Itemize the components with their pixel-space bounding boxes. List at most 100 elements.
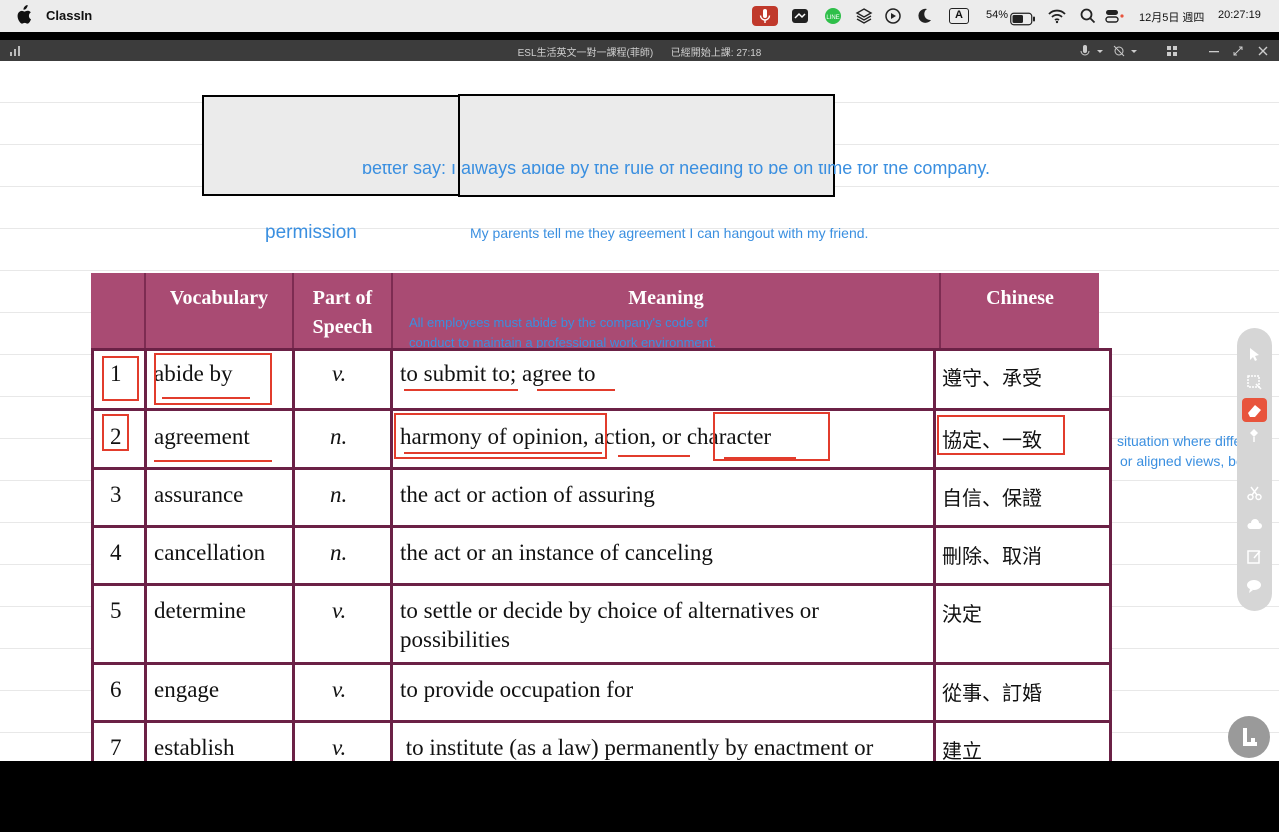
annotation-box: [713, 412, 830, 461]
vocab-word: cancellation: [154, 540, 266, 565]
part-of-speech: n.: [330, 424, 348, 449]
table-row: 3 assurance n. the act or action of assu…: [91, 467, 1112, 525]
vocab-word: determine: [154, 598, 246, 623]
macos-menubar: ClassIn LINE A 54% 12月5日 週四 20:27:19: [0, 0, 1279, 32]
minimize-icon[interactable]: [1207, 44, 1221, 58]
note-parents-sentence: My parents tell me they agreement I can …: [470, 225, 869, 241]
vocab-word: assurance: [154, 482, 244, 507]
scissors-icon[interactable]: [1246, 485, 1263, 502]
vocab-word: agreement: [154, 424, 250, 449]
annotation-underline: [162, 397, 250, 399]
chat-icon[interactable]: [1246, 577, 1263, 594]
annotation-box: [102, 414, 129, 451]
row-number: 4: [110, 540, 122, 565]
annotation-underline: [724, 457, 796, 459]
row-number: 6: [110, 677, 122, 702]
whiteboard-canvas[interactable]: better say: I always abide by the rule o…: [0, 61, 1279, 761]
header-part-of-speech: Part of Speech: [312, 287, 373, 338]
grid-layout-icon[interactable]: [1165, 44, 1179, 58]
screen-record-icon[interactable]: [790, 6, 810, 26]
search-icon[interactable]: [1078, 6, 1098, 26]
handwritten-sentence-cut: better say: I always abide by the rule o…: [362, 164, 991, 178]
chevron-down-icon[interactable]: [1127, 44, 1141, 58]
note-permission: permission: [265, 222, 357, 243]
redacted-video-box: [458, 94, 835, 197]
chinese-meaning: 刪除、取消: [942, 544, 1042, 568]
header-chinese: Chinese: [986, 287, 1054, 309]
meaning: to submit to; agree to: [400, 361, 596, 386]
input-method-indicator[interactable]: A: [949, 8, 969, 24]
annotation-box: [102, 356, 139, 401]
redacted-video-box: [202, 95, 460, 196]
battery-icon[interactable]: [1010, 9, 1036, 29]
table-row: 7 establish v. to institute (as a law) p…: [91, 720, 1112, 761]
chevron-down-icon[interactable]: [1093, 44, 1107, 58]
note-employees: All employees must abide by the company'…: [409, 315, 717, 350]
part-of-speech: n.: [330, 540, 348, 565]
pen-icon[interactable]: [1246, 427, 1263, 444]
mic-settings-icon[interactable]: [1078, 44, 1092, 58]
row-number: 7: [110, 735, 122, 760]
svg-text:LINE: LINE: [826, 15, 839, 21]
course-title: ESL生活英文一對一課程(菲師): [517, 48, 654, 59]
chinese-meaning: 遵守、承受: [942, 366, 1042, 390]
control-center-icon[interactable]: [1104, 6, 1124, 26]
camera-off-icon[interactable]: [1112, 44, 1126, 58]
cursor-icon[interactable]: [1246, 346, 1263, 363]
table-row: 5 determine v. to settle or decide by ch…: [91, 583, 1112, 662]
annotation-underline: [537, 389, 615, 391]
meaning: the act or action of assuring: [400, 482, 655, 507]
play-circle-icon[interactable]: [883, 6, 903, 26]
annotation-underline: [404, 389, 518, 391]
table-row: 4 cancellation n. the act or an instance…: [91, 525, 1112, 583]
vocab-word: establish: [154, 735, 235, 760]
eraser-icon[interactable]: [1242, 398, 1267, 422]
vocab-word: engage: [154, 677, 220, 702]
wifi-icon[interactable]: [1047, 6, 1067, 26]
apple-icon[interactable]: [14, 5, 32, 25]
part-of-speech: v.: [332, 598, 347, 623]
part-of-speech: n.: [330, 482, 348, 507]
part-of-speech: v.: [332, 735, 347, 760]
annotation-underline: [618, 455, 690, 457]
chinese-meaning: 自信、保證: [942, 486, 1042, 510]
chinese-meaning: 決定: [942, 602, 982, 626]
layers-icon[interactable]: [854, 6, 874, 26]
table-header: Vocabulary Part of Speech Meaning Chinese…: [91, 273, 1099, 350]
restore-icon[interactable]: [1231, 44, 1245, 58]
annotation-underline: [404, 452, 602, 454]
cloud-icon[interactable]: [1246, 516, 1263, 533]
chinese-meaning: 從事、訂婚: [942, 681, 1042, 705]
classroom-titlebar: ESL生活英文一對一課程(菲師) 已經開始上課: 27:18: [0, 40, 1279, 61]
moon-icon[interactable]: [914, 6, 934, 26]
row-number: 3: [110, 482, 122, 507]
meaning: to institute (as a law) permanently by e…: [400, 735, 874, 760]
user-seat-icon: [1243, 728, 1257, 746]
menubar-time[interactable]: 20:27:19: [1218, 9, 1261, 21]
edit-icon[interactable]: [1246, 548, 1263, 565]
part-of-speech: v.: [332, 361, 347, 386]
part-of-speech: v.: [332, 677, 347, 702]
select-icon[interactable]: [1246, 374, 1263, 391]
annotation-underline: [154, 460, 272, 462]
battery-percent: 54%: [986, 9, 1009, 21]
meaning: to settle or decide by choice of alterna…: [400, 598, 819, 652]
table-row: 6 engage v. to provide occupation for 從事…: [91, 662, 1112, 720]
close-icon[interactable]: [1256, 44, 1270, 58]
bottom-bar: [0, 793, 1279, 832]
assistant-button[interactable]: [1228, 716, 1270, 758]
table-body: 1 abide by v. to submit to; agree to 遵守、…: [91, 348, 1112, 761]
menubar-date[interactable]: 12月5日 週四: [1139, 9, 1204, 25]
row-number: 5: [110, 598, 122, 623]
meaning: to provide occupation for: [400, 677, 634, 702]
header-vocabulary: Vocabulary: [169, 287, 269, 309]
chinese-meaning: 建立: [942, 739, 982, 761]
line-app-icon[interactable]: LINE: [823, 6, 843, 26]
app-menu-name[interactable]: ClassIn: [46, 8, 92, 23]
class-timer: 已經開始上課: 27:18: [670, 48, 762, 59]
header-meaning: Meaning: [628, 287, 704, 309]
meaning: the act or an instance of canceling: [400, 540, 713, 565]
annotation-box: [937, 415, 1065, 455]
whiteboard-toolbar: [1237, 328, 1272, 611]
microphone-icon[interactable]: [752, 6, 778, 26]
